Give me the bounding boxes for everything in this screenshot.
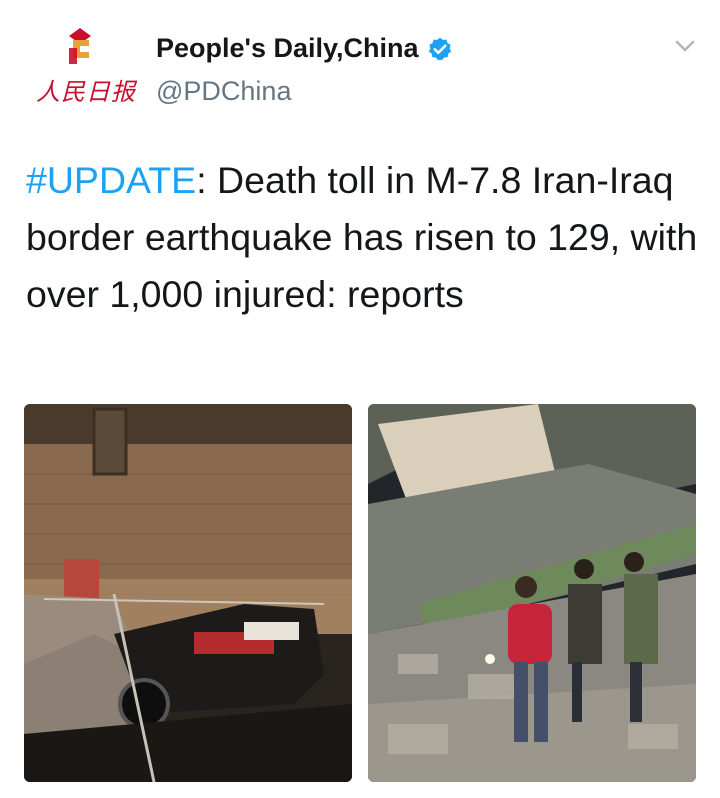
avatar[interactable]: 人民日报 — [26, 24, 136, 110]
tweet-photo-1[interactable] — [24, 404, 352, 782]
photo-collapsed-building-people — [368, 404, 696, 782]
account-handle[interactable]: @PDChina — [156, 76, 291, 107]
logo-text: 人民日报 — [36, 78, 136, 106]
account-display-name[interactable]: People's Daily,China — [156, 33, 453, 64]
verified-badge-icon — [428, 37, 451, 60]
peoples-daily-logo-icon — [69, 28, 91, 64]
display-name-text[interactable]: People's Daily,China — [156, 33, 419, 64]
tweet-photo-2[interactable] — [368, 404, 696, 782]
hashtag-link[interactable]: #UPDATE — [26, 159, 196, 201]
tweet-text: #UPDATE: Death toll in M-7.8 Iran-Iraq b… — [26, 152, 706, 323]
chevron-down-icon[interactable] — [672, 33, 698, 59]
photo-collapsed-wall-car — [24, 404, 352, 782]
